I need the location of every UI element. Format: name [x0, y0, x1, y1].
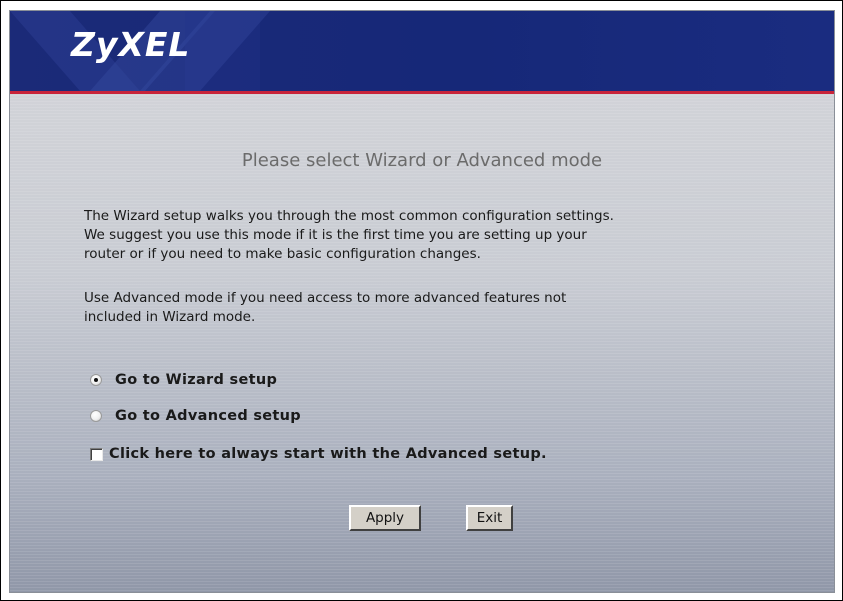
screenshot-frame: ZyXEL Please select Wizard or Advanced m…	[0, 0, 843, 601]
exit-button[interactable]: Exit	[466, 505, 513, 531]
header-accent-line	[10, 91, 834, 94]
advanced-description: Use Advanced mode if you need access to …	[84, 289, 804, 327]
wizard-setup-radio[interactable]	[90, 374, 102, 386]
wizard-setup-option[interactable]: Go to Wizard setup	[90, 369, 277, 391]
advanced-setup-option[interactable]: Go to Advanced setup	[90, 405, 301, 427]
advanced-description-line: included in Wizard mode.	[84, 309, 256, 325]
zyxel-logo: ZyXEL	[71, 25, 191, 64]
wizard-description: The Wizard setup walks you through the m…	[84, 207, 804, 264]
advanced-setup-radio[interactable]	[90, 410, 102, 422]
wizard-description-line: router or if you need to make basic conf…	[84, 246, 481, 262]
always-advanced-option[interactable]: Click here to always start with the Adva…	[90, 443, 547, 465]
wizard-description-line: We suggest you use this mode if it is th…	[84, 227, 587, 243]
setup-panel: ZyXEL Please select Wizard or Advanced m…	[9, 10, 835, 593]
advanced-description-line: Use Advanced mode if you need access to …	[84, 290, 567, 306]
header-bar: ZyXEL	[10, 11, 834, 91]
wizard-setup-label[interactable]: Go to Wizard setup	[115, 372, 277, 388]
apply-button[interactable]: Apply	[349, 505, 421, 531]
wizard-description-line: The Wizard setup walks you through the m…	[84, 208, 614, 224]
page-title: Please select Wizard or Advanced mode	[241, 150, 603, 171]
advanced-setup-label[interactable]: Go to Advanced setup	[115, 408, 301, 424]
always-advanced-label[interactable]: Click here to always start with the Adva…	[109, 446, 547, 462]
always-advanced-checkbox[interactable]	[90, 447, 103, 461]
